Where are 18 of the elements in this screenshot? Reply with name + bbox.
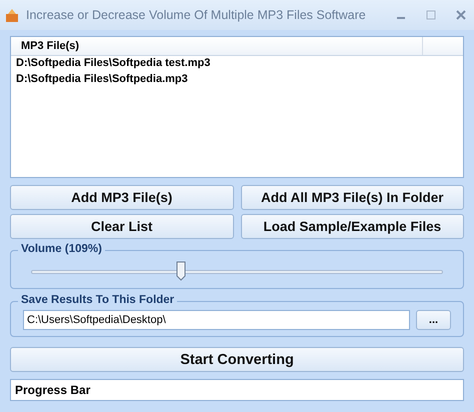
- action-button[interactable]: Load Sample/Example Files: [240, 214, 464, 239]
- group-label: Volume (109%): [18, 243, 105, 255]
- volume-slider[interactable]: [31, 261, 443, 281]
- file-row[interactable]: D:\Softpedia Files\Softpedia test.mp3: [11, 56, 463, 72]
- column-header[interactable]: MP3 File(s): [11, 37, 423, 55]
- close-icon[interactable]: [456, 10, 466, 20]
- action-button[interactable]: Clear List: [10, 214, 234, 239]
- window-title: Increase or Decrease Volume Of Multiple MP3 Files Software: [26, 8, 367, 22]
- start-button[interactable]: Start Converting: [10, 347, 464, 372]
- group-label: Save Results To This Folder: [18, 294, 178, 306]
- file-row[interactable]: D:\Softpedia Files\Softpedia.mp3: [11, 72, 463, 88]
- app-icon: [4, 7, 20, 23]
- action-button[interactable]: Add MP3 File(s): [10, 185, 234, 210]
- maximize-icon[interactable]: [426, 10, 436, 20]
- action-button[interactable]: Add All MP3 File(s) In Folder: [240, 185, 464, 210]
- browse-button[interactable]: ...: [416, 310, 451, 330]
- folder-field[interactable]: C:\Users\Softpedia\Desktop\: [23, 310, 410, 330]
- slider-thumb[interactable]: [176, 261, 186, 281]
